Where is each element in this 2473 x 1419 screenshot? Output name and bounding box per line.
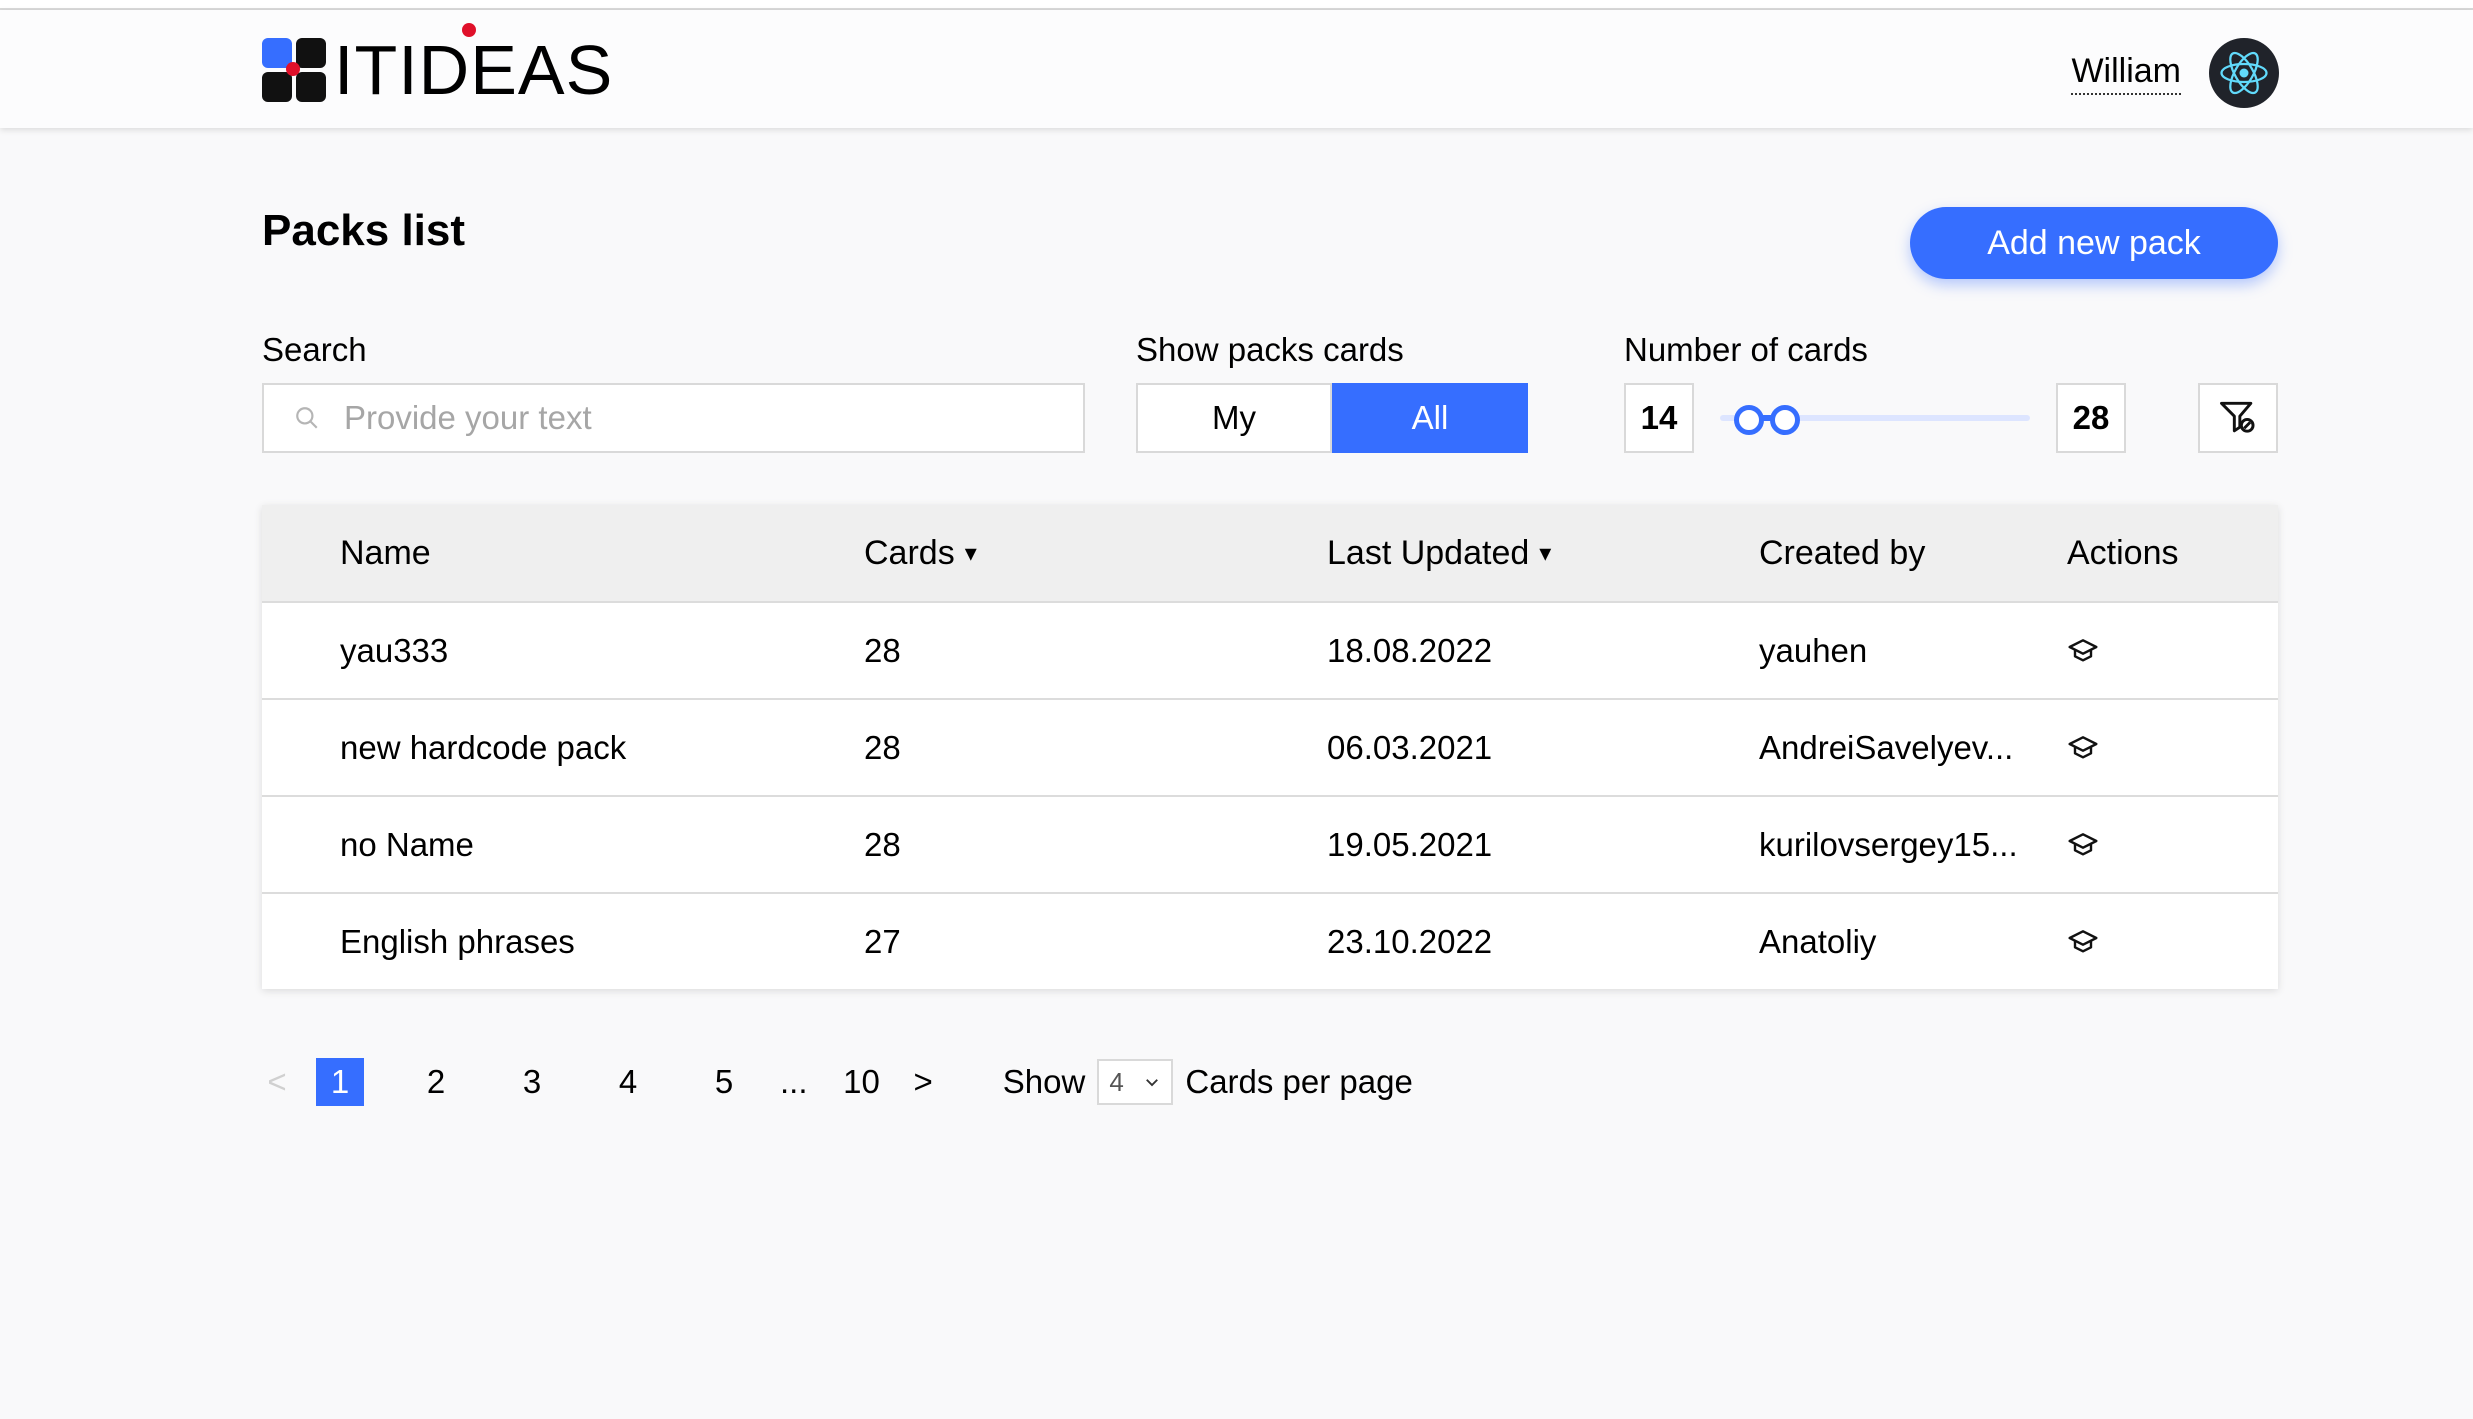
pack-cards-count: 28 (864, 728, 901, 766)
search-input[interactable] (342, 398, 1046, 438)
next-page-button[interactable]: > (914, 1058, 933, 1106)
max-cards-value: 28 (2056, 383, 2126, 453)
pack-created-by: Anatoliy (1759, 894, 2029, 989)
pack-last-updated: 23.10.2022 (1327, 922, 1493, 960)
logo[interactable]: ITIDEAS (262, 23, 613, 110)
page-title: Packs list (262, 206, 466, 255)
slider-thumb-max[interactable] (1770, 405, 1801, 435)
user-name-link[interactable]: William (2071, 52, 2181, 95)
pack-actions (2067, 700, 2099, 795)
reset-filters-button[interactable] (2198, 383, 2278, 453)
header-cards-label: Cards (864, 533, 955, 572)
cards-per-page-label: Cards per page (1185, 1063, 1413, 1100)
per-page-value: 4 (1109, 1066, 1124, 1097)
toggle-all-button[interactable]: All (1332, 383, 1528, 453)
header-last-updated[interactable]: Last Updated ▾ (1327, 505, 1551, 601)
pack-name[interactable]: no Name (340, 797, 474, 892)
pack-cards-count: 28 (864, 631, 901, 669)
created-by-text: yauhen (1759, 631, 1868, 669)
pack-name[interactable]: new hardcode pack (340, 700, 626, 795)
show-packs-toggle: My All (1136, 383, 1528, 453)
filter-reset-icon (2220, 401, 2255, 433)
pack-last-updated: 18.08.2022 (1327, 631, 1493, 669)
react-atom-icon (2220, 51, 2268, 95)
table-header: Name Cards ▾ Last Updated ▾ Created by A… (262, 505, 2278, 601)
page-3-button[interactable]: 3 (508, 1058, 556, 1106)
chevron-down-icon (1146, 1079, 1159, 1087)
pack-actions (2067, 603, 2099, 698)
pack-actions (2067, 797, 2099, 892)
show-packs-label: Show packs cards (1136, 331, 1404, 368)
search-field[interactable] (262, 383, 1085, 453)
learn-cap-icon[interactable] (2067, 732, 2099, 764)
app-header: ITIDEAS William (0, 10, 2473, 128)
sort-down-icon[interactable]: ▾ (965, 539, 977, 568)
pagination: < 1 2 3 4 5 ... 10 > Show 4 Cards per pa… (262, 1057, 1413, 1107)
header-name: Name (340, 533, 431, 572)
add-new-pack-button[interactable]: Add new pack (1910, 207, 2278, 279)
learn-cap-icon[interactable] (2067, 635, 2099, 667)
page-10-button[interactable]: 10 (838, 1058, 886, 1106)
pack-last-updated: 19.05.2021 (1327, 825, 1493, 863)
header-actions: Actions (2067, 533, 2179, 572)
page-4-button[interactable]: 4 (604, 1058, 652, 1106)
pack-actions (2067, 894, 2099, 989)
user-menu: William (2071, 38, 2279, 108)
avatar[interactable] (2209, 38, 2279, 108)
created-by-text: Anatoliy (1759, 922, 1877, 960)
pack-cards-count: 28 (864, 825, 901, 863)
pack-cards-count: 27 (864, 922, 901, 960)
search-icon (294, 405, 320, 431)
learn-cap-icon[interactable] (2067, 829, 2099, 861)
header-cards[interactable]: Cards ▾ (864, 505, 977, 601)
cards-range-slider[interactable] (1720, 405, 2030, 435)
created-by-text: kurilovsergey15... (1759, 825, 2018, 863)
table-row[interactable]: no Name 28 19.05.2021 kurilovsergey15... (262, 795, 2278, 892)
page-5-button[interactable]: 5 (700, 1058, 748, 1106)
prev-page-button[interactable]: < (262, 1058, 292, 1106)
page-2-button[interactable]: 2 (412, 1058, 460, 1106)
logo-text: ITIDEAS (334, 23, 613, 105)
logo-mark-icon (262, 38, 326, 102)
pack-created-by: yauhen (1759, 603, 2029, 698)
pack-last-updated: 06.03.2021 (1327, 728, 1493, 766)
header-updated-label: Last Updated (1327, 533, 1530, 572)
pack-name[interactable]: yau333 (340, 603, 448, 698)
packs-table: Name Cards ▾ Last Updated ▾ Created by A… (262, 505, 2278, 989)
pack-created-by: kurilovsergey15... (1759, 797, 2029, 892)
table-row[interactable]: new hardcode pack 28 06.03.2021 AndreiSa… (262, 698, 2278, 795)
pagination-ellipsis: ... (780, 1063, 808, 1100)
table-row[interactable]: English phrases 27 23.10.2022 Anatoliy (262, 892, 2278, 989)
toggle-my-button[interactable]: My (1136, 383, 1332, 453)
search-label: Search (262, 331, 367, 368)
learn-cap-icon[interactable] (2067, 926, 2099, 958)
number-of-cards-label: Number of cards (1624, 331, 1868, 368)
sort-down-icon[interactable]: ▾ (1539, 539, 1551, 568)
min-cards-value: 14 (1624, 383, 1694, 453)
per-page-select[interactable]: 4 (1097, 1059, 1174, 1105)
header-created-by: Created by (1759, 533, 1926, 572)
show-label: Show (1002, 1063, 1086, 1100)
page-1-button[interactable]: 1 (316, 1058, 364, 1106)
pack-name[interactable]: English phrases (340, 894, 575, 989)
created-by-text: AndreiSavelyev... (1759, 728, 2014, 766)
pack-created-by: AndreiSavelyev... (1759, 700, 2029, 795)
table-row[interactable]: yau333 28 18.08.2022 yauhen (262, 601, 2278, 698)
top-border (0, 0, 2473, 10)
slider-thumb-min[interactable] (1734, 405, 1764, 435)
